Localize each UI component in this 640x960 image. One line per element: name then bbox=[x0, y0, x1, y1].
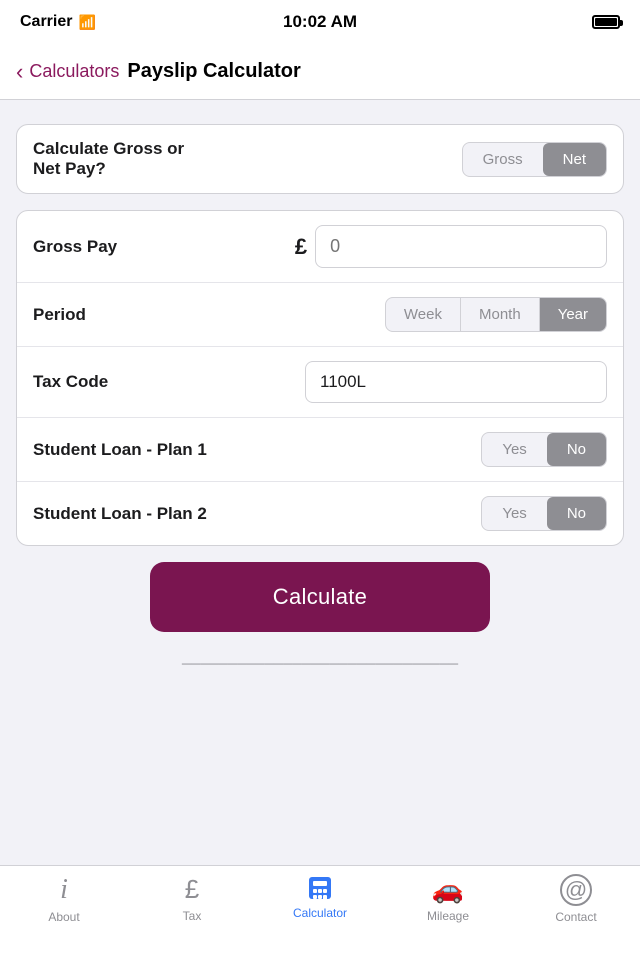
tab-about[interactable]: i About bbox=[0, 874, 128, 924]
tab-about-label: About bbox=[48, 910, 79, 924]
loan2-no-option[interactable]: No bbox=[547, 497, 606, 530]
tab-contact[interactable]: @ Contact bbox=[512, 874, 640, 924]
year-option[interactable]: Year bbox=[540, 298, 606, 331]
status-time: 10:02 AM bbox=[283, 12, 357, 32]
contact-icon: @ bbox=[560, 874, 592, 906]
tab-mileage-label: Mileage bbox=[427, 909, 469, 923]
tab-calculator-label: Calculator bbox=[293, 906, 347, 920]
loan1-yes-option[interactable]: Yes bbox=[482, 433, 546, 466]
tab-mileage[interactable]: 🚗 Mileage bbox=[384, 874, 512, 923]
page-title: Payslip Calculator bbox=[127, 60, 300, 83]
chevron-left-icon: ‹ bbox=[16, 59, 23, 85]
student-loan-2-row: Student Loan - Plan 2 Yes No bbox=[17, 482, 623, 545]
hint-text: ────────────────────────────── bbox=[182, 656, 458, 671]
gross-net-label: Calculate Gross orNet Pay? bbox=[33, 139, 462, 179]
gross-net-segmented: Gross Net bbox=[462, 142, 607, 177]
calculate-button-wrap: Calculate bbox=[16, 562, 624, 632]
back-button[interactable]: ‹ Calculators bbox=[16, 59, 119, 85]
tax-code-row: Tax Code bbox=[17, 347, 623, 418]
calculator-icon bbox=[306, 874, 334, 902]
tab-tax[interactable]: £ Tax bbox=[128, 874, 256, 923]
student-loan-2-label: Student Loan - Plan 2 bbox=[33, 504, 481, 524]
status-left: Carrier 📶 bbox=[20, 13, 96, 31]
loan1-no-option[interactable]: No bbox=[547, 433, 606, 466]
period-row: Period Week Month Year bbox=[17, 283, 623, 347]
week-option[interactable]: Week bbox=[386, 298, 461, 331]
period-label: Period bbox=[33, 305, 385, 325]
tab-tax-label: Tax bbox=[183, 909, 202, 923]
battery-icon bbox=[592, 15, 620, 29]
pound-symbol: £ bbox=[295, 234, 307, 260]
nav-bar: ‹ Calculators Payslip Calculator bbox=[0, 44, 640, 100]
gross-net-row: Calculate Gross orNet Pay? Gross Net bbox=[17, 125, 623, 193]
student-loan-1-label: Student Loan - Plan 1 bbox=[33, 440, 481, 460]
gross-pay-label: Gross Pay bbox=[33, 237, 295, 257]
back-label[interactable]: Calculators bbox=[29, 61, 119, 82]
tab-bar: i About £ Tax Calculator 🚗 Mileage @ Con… bbox=[0, 865, 640, 960]
period-segmented: Week Month Year bbox=[385, 297, 607, 332]
student-loan-2-segmented: Yes No bbox=[481, 496, 607, 531]
status-right bbox=[592, 15, 620, 29]
student-loan-1-segmented: Yes No bbox=[481, 432, 607, 467]
net-option[interactable]: Net bbox=[543, 143, 606, 176]
calculate-button[interactable]: Calculate bbox=[150, 562, 490, 632]
loan2-yes-option[interactable]: Yes bbox=[482, 497, 546, 530]
tab-contact-label: Contact bbox=[555, 910, 596, 924]
tax-code-label: Tax Code bbox=[33, 372, 305, 392]
tax-code-input[interactable] bbox=[305, 361, 607, 403]
gross-option[interactable]: Gross bbox=[463, 143, 543, 176]
wifi-icon: 📶 bbox=[78, 14, 95, 31]
gross-net-card: Calculate Gross orNet Pay? Gross Net bbox=[16, 124, 624, 194]
main-fields-card: Gross Pay £ Period Week Month Year Tax C… bbox=[16, 210, 624, 546]
tab-calculator[interactable]: Calculator bbox=[256, 874, 384, 920]
status-bar: Carrier 📶 10:02 AM bbox=[0, 0, 640, 44]
mileage-icon: 🚗 bbox=[432, 874, 464, 905]
hint-area: ────────────────────────────── bbox=[0, 648, 640, 678]
gross-pay-input[interactable] bbox=[315, 225, 607, 268]
gross-pay-row: Gross Pay £ bbox=[17, 211, 623, 283]
tax-icon: £ bbox=[185, 874, 199, 905]
about-icon: i bbox=[60, 874, 68, 906]
carrier-label: Carrier bbox=[20, 13, 72, 31]
month-option[interactable]: Month bbox=[461, 298, 540, 331]
student-loan-1-row: Student Loan - Plan 1 Yes No bbox=[17, 418, 623, 482]
